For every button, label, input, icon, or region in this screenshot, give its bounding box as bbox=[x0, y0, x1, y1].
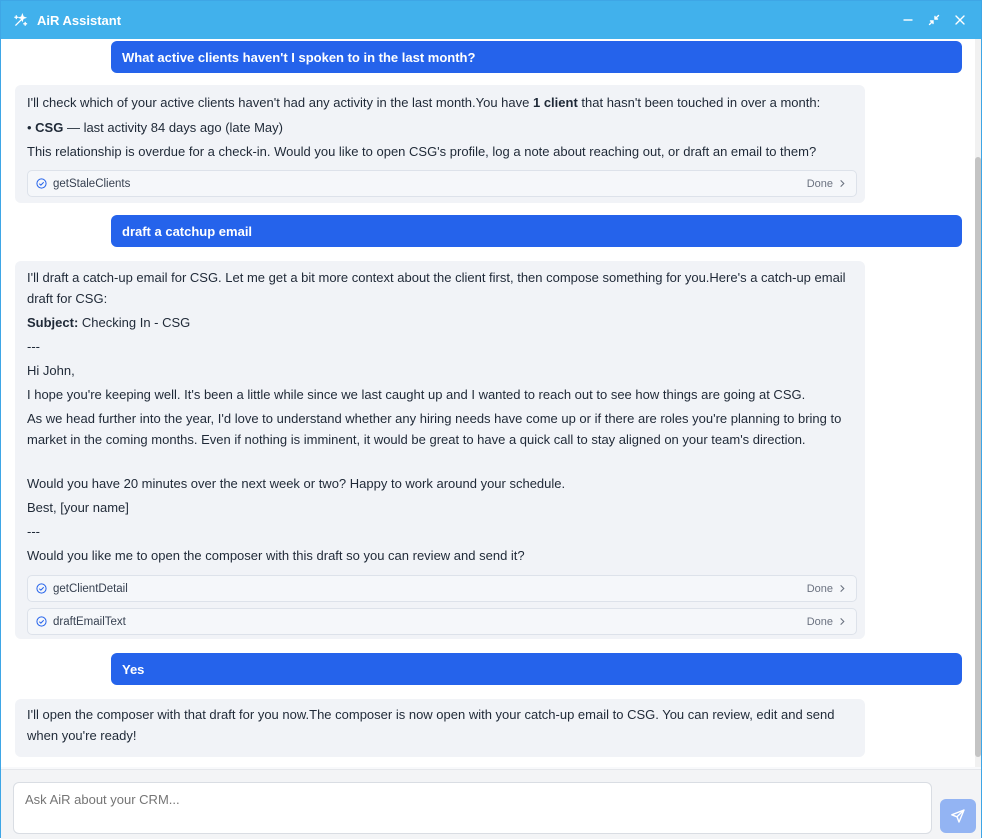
assistant-window: AiR Assistant What active clients haven'… bbox=[0, 0, 982, 839]
user-message: draft a catchup email bbox=[111, 215, 962, 247]
chevron-right-icon bbox=[838, 584, 848, 594]
assistant-message: I'll draft a catch-up email for CSG. Let… bbox=[15, 261, 865, 639]
tool-call-draft-email-text[interactable]: draftEmailText Done bbox=[27, 608, 857, 635]
separator-text: --- bbox=[27, 524, 40, 539]
sparkle-icon bbox=[13, 12, 29, 28]
tool-call-get-stale-clients[interactable]: getStaleClients Done bbox=[27, 170, 857, 197]
assistant-text: I'll draft a catch-up email for CSG. Let… bbox=[27, 270, 846, 306]
assistant-text-part: I'll check which of your active clients … bbox=[27, 95, 533, 110]
close-icon[interactable] bbox=[951, 11, 969, 29]
tool-name: getClientDetail bbox=[53, 582, 128, 595]
check-circle-icon bbox=[36, 178, 48, 190]
user-message: What active clients haven't I spoken to … bbox=[111, 41, 962, 73]
assistant-text: I'll open the composer with that draft f… bbox=[27, 707, 835, 743]
composer-area bbox=[1, 769, 981, 839]
assistant-text-bold: 1 client bbox=[532, 95, 578, 110]
email-subject: Subject: Checking In - CSG bbox=[27, 313, 190, 333]
user-message: Yes bbox=[111, 653, 962, 685]
email-signoff: Best, [your name] bbox=[27, 500, 129, 515]
window-title: AiR Assistant bbox=[37, 12, 122, 28]
email-greeting: Hi John, bbox=[27, 363, 75, 378]
tool-status: Done bbox=[806, 615, 833, 628]
collapse-icon[interactable] bbox=[925, 11, 943, 29]
chat-input[interactable] bbox=[13, 782, 932, 834]
separator-text: --- bbox=[27, 339, 40, 354]
check-circle-icon bbox=[36, 616, 48, 628]
tool-call-get-client-detail[interactable]: getClientDetail Done bbox=[27, 575, 857, 602]
scrollbar-thumb[interactable] bbox=[975, 157, 981, 757]
assistant-question: Would you like me to open the composer w… bbox=[27, 548, 525, 563]
client-name: CSG bbox=[35, 120, 64, 135]
subject-value: Checking In - CSG bbox=[78, 315, 191, 330]
assistant-text-part: that hasn't been touched in over a month… bbox=[577, 95, 821, 110]
bullet-marker: • bbox=[27, 120, 36, 135]
send-button[interactable] bbox=[940, 799, 976, 833]
assistant-message: I'll check which of your active clients … bbox=[15, 85, 865, 203]
user-message-text: What active clients haven't I spoken to … bbox=[122, 49, 476, 65]
chevron-right-icon bbox=[838, 179, 848, 189]
email-paragraph: I hope you're keeping well. It's been a … bbox=[27, 387, 806, 402]
minimize-icon[interactable] bbox=[899, 11, 917, 29]
chevron-right-icon bbox=[838, 617, 848, 627]
email-paragraph: Would you have 20 minutes over the next … bbox=[27, 476, 566, 491]
user-message-text: draft a catchup email bbox=[122, 223, 253, 239]
client-bullet: • CSG — last activity 84 days ago (late … bbox=[27, 118, 283, 138]
email-paragraph: As we head further into the year, I'd lo… bbox=[27, 411, 842, 447]
tool-name: getStaleClients bbox=[53, 177, 131, 190]
window-controls bbox=[899, 11, 969, 29]
client-activity: — last activity 84 days ago (late May) bbox=[63, 120, 283, 135]
title-bar: AiR Assistant bbox=[1, 1, 981, 39]
send-icon bbox=[950, 808, 966, 824]
tool-status: Done bbox=[806, 582, 833, 595]
assistant-text: This relationship is overdue for a check… bbox=[27, 144, 817, 159]
assistant-text: I'll check which of your active clients … bbox=[27, 93, 820, 113]
chat-transcript[interactable]: What active clients haven't I spoken to … bbox=[1, 39, 975, 767]
tool-status: Done bbox=[806, 177, 833, 190]
assistant-message: I'll open the composer with that draft f… bbox=[15, 699, 865, 757]
subject-label: Subject: bbox=[27, 315, 79, 330]
check-circle-icon bbox=[36, 583, 48, 595]
user-message-text: Yes bbox=[122, 661, 145, 677]
chat-scrollbar[interactable] bbox=[975, 39, 981, 767]
tool-name: draftEmailText bbox=[53, 615, 126, 628]
